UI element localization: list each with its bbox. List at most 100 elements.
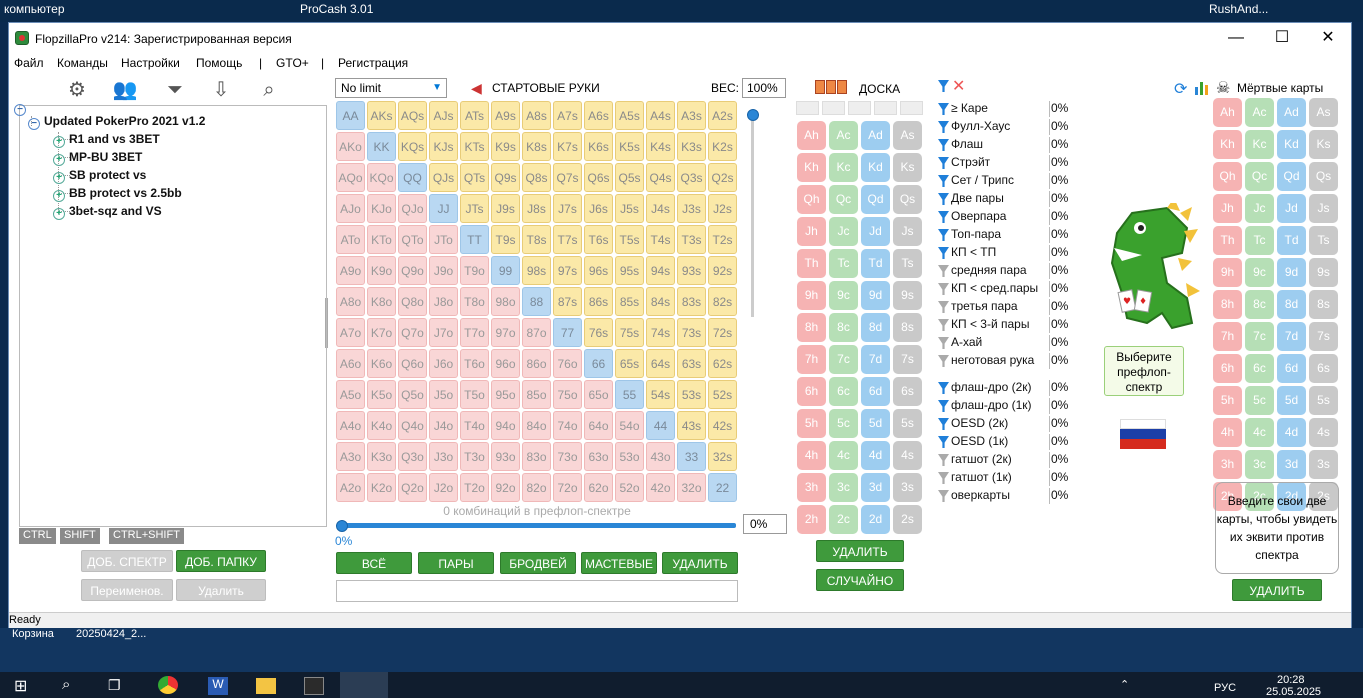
hand-cell-K3o[interactable]: K3o <box>367 442 396 471</box>
filter-funnel-icon[interactable] <box>938 211 949 223</box>
filter-name[interactable]: гатшот (2к) <box>951 452 1012 466</box>
dead-card-9s[interactable]: 9s <box>1309 258 1338 287</box>
hand-cell-A5s[interactable]: A5s <box>615 101 644 130</box>
hand-cell-AA[interactable]: AA <box>336 101 365 130</box>
menu-commands[interactable]: Команды <box>57 56 108 70</box>
hand-cell-Q9o[interactable]: Q9o <box>398 256 427 285</box>
dead-card-7s[interactable]: 7s <box>1309 322 1338 351</box>
hand-cell-74s[interactable]: 74s <box>646 318 675 347</box>
dead-card-3h[interactable]: 3h <box>1213 450 1242 479</box>
hand-cell-64s[interactable]: 64s <box>646 349 675 378</box>
filter-name[interactable]: Стрэйт <box>951 155 990 169</box>
gear-icon[interactable]: ⚙ <box>63 77 91 103</box>
dead-card-3c[interactable]: 3c <box>1245 450 1274 479</box>
hand-cell-92s[interactable]: 92s <box>708 256 737 285</box>
board-card-Js[interactable]: Js <box>893 217 922 246</box>
dead-card-Th[interactable]: Th <box>1213 226 1242 255</box>
hand-cell-K4o[interactable]: K4o <box>367 411 396 440</box>
hand-cell-QQ[interactable]: QQ <box>398 163 427 192</box>
board-card-Td[interactable]: Td <box>861 249 890 278</box>
filter-name[interactable]: Флаш <box>951 137 983 151</box>
hand-cell-Q5s[interactable]: Q5s <box>615 163 644 192</box>
tree-item[interactable]: + BB protect vs 2.5bb <box>53 186 182 202</box>
hand-cell-A6o[interactable]: A6o <box>336 349 365 378</box>
filter-funnel-icon[interactable] <box>938 355 949 367</box>
hand-cell-A3o[interactable]: A3o <box>336 442 365 471</box>
hand-cell-T6s[interactable]: T6s <box>584 225 613 254</box>
hand-cell-K2o[interactable]: K2o <box>367 473 396 502</box>
menu-file[interactable]: Файл <box>14 56 44 70</box>
hand-cell-K6o[interactable]: K6o <box>367 349 396 378</box>
dead-card-8c[interactable]: 8c <box>1245 290 1274 319</box>
slider-knob[interactable] <box>747 109 759 121</box>
back-arrow-icon[interactable]: ◀ <box>471 80 482 97</box>
dead-card-Ah[interactable]: Ah <box>1213 98 1242 127</box>
hand-cell-J9o[interactable]: J9o <box>429 256 458 285</box>
board-card-6d[interactable]: 6d <box>861 377 890 406</box>
hand-cell-AQo[interactable]: AQo <box>336 163 365 192</box>
board-card-7s[interactable]: 7s <box>893 345 922 374</box>
hand-cell-54o[interactable]: 54o <box>615 411 644 440</box>
dead-card-Qd[interactable]: Qd <box>1277 162 1306 191</box>
hand-cell-42s[interactable]: 42s <box>708 411 737 440</box>
board-card-6c[interactable]: 6c <box>829 377 858 406</box>
hand-cell-K9s[interactable]: K9s <box>491 132 520 161</box>
filter-name[interactable]: ≥ Каре <box>951 101 988 115</box>
hand-cell-T2o[interactable]: T2o <box>460 473 489 502</box>
dead-card-5s[interactable]: 5s <box>1309 386 1338 415</box>
board-card-4c[interactable]: 4c <box>829 441 858 470</box>
hand-cell-K3s[interactable]: K3s <box>677 132 706 161</box>
hand-cell-KQs[interactable]: KQs <box>398 132 427 161</box>
board-card-Ad[interactable]: Ad <box>861 121 890 150</box>
hand-cell-97o[interactable]: 97o <box>491 318 520 347</box>
board-card-8d[interactable]: 8d <box>861 313 890 342</box>
board-card-7h[interactable]: 7h <box>797 345 826 374</box>
hand-cell-22[interactable]: 22 <box>708 473 737 502</box>
add-range-button[interactable]: ДОБ. СПЕКТР <box>81 550 173 572</box>
hand-cell-86s[interactable]: 86s <box>584 287 613 316</box>
maximize-button[interactable]: ☐ <box>1259 23 1305 53</box>
tree-item[interactable]: + R1 and vs 3BET <box>53 132 160 148</box>
filter-name[interactable]: OESD (1к) <box>951 434 1008 448</box>
hand-cell-74o[interactable]: 74o <box>553 411 582 440</box>
hand-cell-AJs[interactable]: AJs <box>429 101 458 130</box>
hand-cell-85o[interactable]: 85o <box>522 380 551 409</box>
filter-funnel-icon[interactable] <box>938 121 949 133</box>
filter-name[interactable]: Две пары <box>951 191 1004 205</box>
filter-funnel-icon[interactable] <box>938 157 949 169</box>
board-card-6s[interactable]: 6s <box>893 377 922 406</box>
board-card-Th[interactable]: Th <box>797 249 826 278</box>
ctrl-shift-key-tab[interactable]: CTRL+SHIFT <box>109 528 184 544</box>
filter-name[interactable]: Оверпара <box>951 209 1006 223</box>
hand-cell-84s[interactable]: 84s <box>646 287 675 316</box>
hand-cell-63s[interactable]: 63s <box>677 349 706 378</box>
hand-cell-65o[interactable]: 65o <box>584 380 613 409</box>
filter-name[interactable]: Сет / Трипс <box>951 173 1014 187</box>
board-slot[interactable] <box>874 101 897 115</box>
hand-cell-A4o[interactable]: A4o <box>336 411 365 440</box>
tree-root-folder[interactable]: − Updated PokerPro 2021 v1.2 <box>28 114 205 130</box>
hand-cell-83s[interactable]: 83s <box>677 287 706 316</box>
menu-settings[interactable]: Настройки <box>121 56 180 70</box>
board-card-5d[interactable]: 5d <box>861 409 890 438</box>
board-card-5s[interactable]: 5s <box>893 409 922 438</box>
filter-funnel-icon[interactable] <box>938 301 949 313</box>
refresh-icon[interactable]: ⟳ <box>1174 79 1187 99</box>
task-view-icon[interactable]: ❐ <box>108 677 121 694</box>
filter-name[interactable]: Фулл-Хаус <box>951 119 1010 133</box>
filter-funnel-icon[interactable] <box>938 283 949 295</box>
rename-button[interactable]: Переименов. <box>81 579 173 601</box>
hand-cell-42o[interactable]: 42o <box>646 473 675 502</box>
filter-name[interactable]: неготовая рука <box>951 353 1034 367</box>
filter-funnel-icon[interactable] <box>938 229 949 241</box>
hand-cell-J3s[interactable]: J3s <box>677 194 706 223</box>
hand-cell-52o[interactable]: 52o <box>615 473 644 502</box>
filter-funnel-icon[interactable] <box>938 490 949 502</box>
filter-funnel-icon[interactable] <box>938 400 949 412</box>
all-button[interactable]: ВСЁ <box>336 552 412 574</box>
hand-cell-J9s[interactable]: J9s <box>491 194 520 223</box>
hand-cell-96s[interactable]: 96s <box>584 256 613 285</box>
hand-cell-72s[interactable]: 72s <box>708 318 737 347</box>
filter-funnel-icon[interactable] <box>938 436 949 448</box>
filter-funnel-icon[interactable] <box>938 382 949 394</box>
